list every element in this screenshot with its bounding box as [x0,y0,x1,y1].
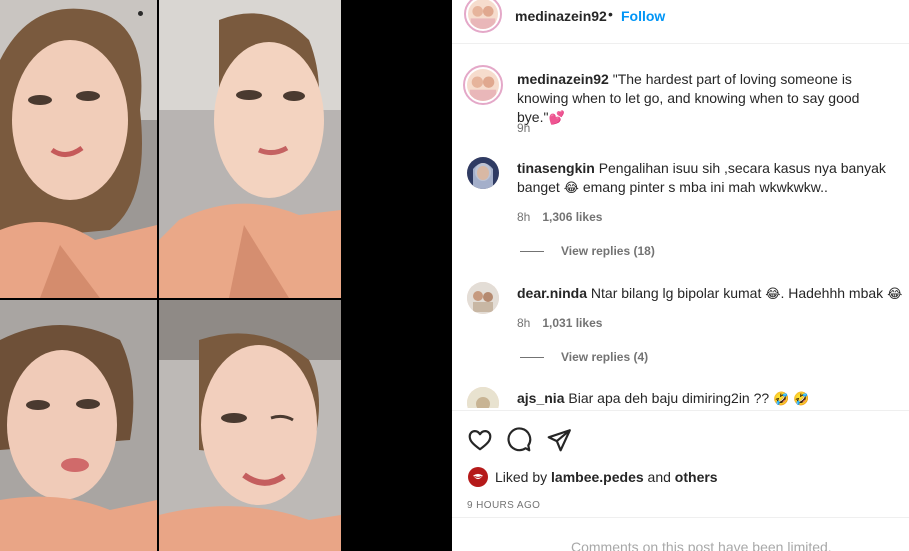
comment-text: tinasengkin Pengalihan isuu sih ,secara … [517,159,905,198]
comment-body-rest: . Hadehhh mbak [780,285,884,301]
comment-likes[interactable]: 1,031 likes [542,316,602,330]
photo-tile-4 [159,300,341,551]
caption-text: medinazein92 "The hardest part of loving… [517,70,905,128]
comment-likes[interactable]: 1,306 likes [542,210,602,224]
author-username[interactable]: medinazein92 [515,8,607,24]
photo-tile-1 [0,0,157,298]
view-replies-button[interactable]: View replies (4) [520,350,648,364]
view-replies-label: View replies (18) [561,244,655,258]
comments-limited-notice: Comments on this post have been limited. [452,517,909,551]
caption-emoji: 💕 [548,111,565,126]
view-replies-label: View replies (4) [561,350,649,364]
liker-avatar[interactable] [468,467,488,487]
comment-emoji: 🤣 🤣 [773,392,810,407]
header-separator: • [608,6,613,22]
comment-emoji: 😂 [765,287,781,302]
post-panel: medinazein92 • Follow medinazein92 "The … [452,0,909,551]
comment-avatar[interactable] [467,282,499,314]
comment-text: dear.ninda Ntar bilang lg bipolar kumat … [517,284,905,304]
comments-limited-text: Comments on this post have been limited. [571,539,832,551]
comment-time: 8h [517,316,531,330]
photo-tile-2 [159,0,341,298]
comment-username[interactable]: tinasengkin [517,160,595,176]
caption-meta: 9h [517,121,530,135]
comment-body: Ntar bilang lg bipolar kumat [590,285,762,301]
post-media[interactable] [0,0,452,551]
author-avatar[interactable] [464,0,502,33]
comment-body-rest: emang pinter s mba ini mah wkwkwkw.. [582,179,828,195]
paper-plane-icon[interactable] [546,427,572,453]
comment-emoji-end: 😂 [887,287,903,302]
comment-meta: 8h 1,306 likes [517,210,602,224]
photo-tile-3 [0,300,157,551]
comment-body: Biar apa deh baju dimiring2in ?? [568,390,770,406]
comments-list[interactable]: medinazein92 "The hardest part of loving… [452,45,909,408]
caption-time: 9h [517,121,531,135]
caption-username[interactable]: medinazein92 [517,71,609,87]
comment-avatar[interactable] [467,157,499,189]
comment-emoji: 😂 [563,181,579,196]
post-timestamp[interactable]: 9 HOURS AGO [467,500,540,511]
comment-username[interactable]: dear.ninda [517,285,587,301]
heart-outline-icon[interactable] [467,427,493,453]
carousel-dot [138,11,143,16]
follow-button[interactable]: Follow [621,8,665,24]
post-actions: Liked by lambee.pedes and others 9 HOURS… [452,410,909,551]
view-replies-button[interactable]: View replies (18) [520,244,655,258]
replies-divider [520,250,544,252]
post-header: medinazein92 • Follow [452,0,909,44]
speech-bubble-icon[interactable] [506,427,532,453]
comment-time: 8h [517,210,531,224]
liked-and-label: and [647,469,671,485]
comment-meta: 8h 1,031 likes [517,316,602,330]
comment-text: ajs_nia Biar apa deh baju dimiring2in ??… [517,389,905,408]
likes-summary[interactable]: Liked by lambee.pedes and others [468,467,718,487]
liker-username[interactable]: lambee.pedes [551,469,644,485]
liked-others-link[interactable]: others [675,469,718,485]
caption-avatar[interactable] [463,65,503,105]
comment-username[interactable]: ajs_nia [517,390,564,406]
comment-avatar[interactable] [467,387,499,408]
replies-divider [520,356,544,358]
liked-by-label: Liked by [495,469,548,485]
